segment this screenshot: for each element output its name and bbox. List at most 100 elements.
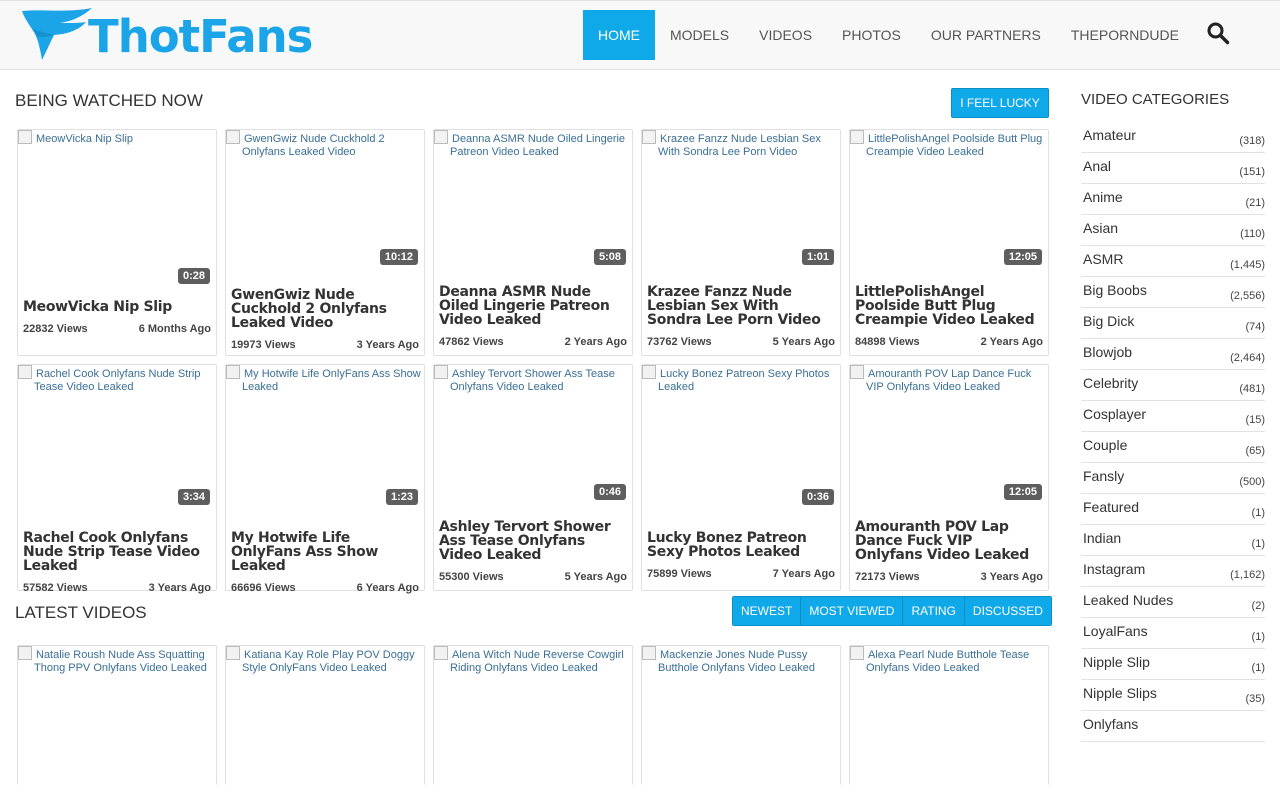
video-title[interactable]: Krazee Fanzz Nude Lesbian Sex With Sondr… xyxy=(642,285,840,327)
category-item[interactable]: Onlyfans xyxy=(1081,711,1265,742)
category-name[interactable]: Anal xyxy=(1083,158,1111,174)
thumbnail-alt-text[interactable]: MeowVicka Nip Slip xyxy=(18,130,216,146)
site-logo[interactable]: ThotFans xyxy=(20,6,320,63)
video-title[interactable]: MeowVicka Nip Slip xyxy=(18,300,216,314)
video-title-link[interactable]: Deanna ASMR Nude Oiled Lingerie Patreon … xyxy=(439,284,610,328)
video-card[interactable]: My Hotwife Life OnlyFans Ass Show Leaked… xyxy=(225,364,425,594)
video-title-link[interactable]: GwenGwiz Nude Cuckhold 2 Onlyfans Leaked… xyxy=(231,287,387,331)
category-name[interactable]: Asian xyxy=(1083,220,1118,236)
category-item[interactable]: Nipple Slip (1) xyxy=(1081,649,1265,680)
video-card[interactable]: Deanna ASMR Nude Oiled Lingerie Patreon … xyxy=(433,129,633,356)
category-name[interactable]: Blowjob xyxy=(1083,344,1132,360)
video-card[interactable]: Alexa Pearl Nude Butthole Tease Onlyfans… xyxy=(849,645,1049,786)
video-title-link[interactable]: My Hotwife Life OnlyFans Ass Show Leaked xyxy=(231,530,378,574)
video-card[interactable]: GwenGwiz Nude Cuckhold 2 Onlyfans Leaked… xyxy=(225,129,425,356)
video-thumbnail[interactable]: Alexa Pearl Nude Butthole Tease Onlyfans… xyxy=(850,646,1048,786)
category-name[interactable]: Nipple Slips xyxy=(1083,685,1157,701)
video-card[interactable]: Krazee Fanzz Nude Lesbian Sex With Sondr… xyxy=(641,129,841,356)
nav-home[interactable]: HOME xyxy=(583,10,655,60)
video-thumbnail[interactable]: Natalie Roush Nude Ass Squatting Thong P… xyxy=(18,646,216,786)
nav-models[interactable]: MODELS xyxy=(655,10,744,60)
thumbnail-alt-text[interactable]: Deanna ASMR Nude Oiled Lingerie Patreon … xyxy=(434,130,632,159)
video-thumbnail[interactable]: Deanna ASMR Nude Oiled Lingerie Patreon … xyxy=(434,130,632,271)
video-title[interactable]: Rachel Cook Onlyfans Nude Strip Tease Vi… xyxy=(18,531,216,573)
thumbnail-alt-text[interactable]: Natalie Roush Nude Ass Squatting Thong P… xyxy=(18,646,216,675)
category-name[interactable]: Onlyfans xyxy=(1083,716,1138,732)
category-name[interactable]: Celebrity xyxy=(1083,375,1138,391)
video-thumbnail[interactable]: MeowVicka Nip Slip 0:28 xyxy=(18,130,216,290)
video-card[interactable]: LittlePolishAngel Poolside Butt Plug Cre… xyxy=(849,129,1049,356)
video-title-link[interactable]: LittlePolishAngel Poolside Butt Plug Cre… xyxy=(855,284,1035,328)
sort-rating-button[interactable]: RATING xyxy=(903,597,965,625)
video-title[interactable]: Deanna ASMR Nude Oiled Lingerie Patreon … xyxy=(434,285,632,327)
category-item[interactable]: Amateur (318) xyxy=(1081,122,1265,153)
category-name[interactable]: Big Boobs xyxy=(1083,282,1147,298)
video-title[interactable]: Lucky Bonez Patreon Sexy Photos Leaked xyxy=(642,531,840,559)
video-card[interactable]: Ashley Tervort Shower Ass Tease Onlyfans… xyxy=(433,364,633,591)
video-title[interactable]: My Hotwife Life OnlyFans Ass Show Leaked xyxy=(226,531,424,573)
sort-most-viewed-button[interactable]: MOST VIEWED xyxy=(801,597,904,625)
category-item[interactable]: Fansly (500) xyxy=(1081,463,1265,494)
category-item[interactable]: Instagram (1,162) xyxy=(1081,556,1265,587)
category-name[interactable]: Leaked Nudes xyxy=(1083,592,1173,608)
category-name[interactable]: Couple xyxy=(1083,437,1127,453)
video-card[interactable]: Katiana Kay Role Play POV Doggy Style On… xyxy=(225,645,425,786)
video-title[interactable]: LittlePolishAngel Poolside Butt Plug Cre… xyxy=(850,285,1048,327)
video-thumbnail[interactable]: GwenGwiz Nude Cuckhold 2 Onlyfans Leaked… xyxy=(226,130,424,271)
thumbnail-alt-text[interactable]: Ashley Tervort Shower Ass Tease Onlyfans… xyxy=(434,365,632,394)
category-name[interactable]: Amateur xyxy=(1083,127,1136,143)
category-item[interactable]: Indian (1) xyxy=(1081,525,1265,556)
category-item[interactable]: Couple (65) xyxy=(1081,432,1265,463)
video-thumbnail[interactable]: My Hotwife Life OnlyFans Ass Show Leaked… xyxy=(226,365,424,511)
category-name[interactable]: Featured xyxy=(1083,499,1139,515)
video-card[interactable]: Natalie Roush Nude Ass Squatting Thong P… xyxy=(17,645,217,786)
category-name[interactable]: Indian xyxy=(1083,530,1121,546)
video-title-link[interactable]: MeowVicka Nip Slip xyxy=(23,299,172,315)
video-thumbnail[interactable]: Mackenzie Jones Nude Pussy Butthole Only… xyxy=(642,646,840,786)
i-feel-lucky-button[interactable]: I FEEL LUCKY xyxy=(951,88,1049,118)
category-name[interactable]: Cosplayer xyxy=(1083,406,1146,422)
category-name[interactable]: Anime xyxy=(1083,189,1123,205)
video-title-link[interactable]: Rachel Cook Onlyfans Nude Strip Tease Vi… xyxy=(23,530,200,574)
category-item[interactable]: Celebrity (481) xyxy=(1081,370,1265,401)
video-thumbnail[interactable]: Katiana Kay Role Play POV Doggy Style On… xyxy=(226,646,424,786)
search-icon[interactable] xyxy=(1206,21,1230,45)
thumbnail-alt-text[interactable]: Krazee Fanzz Nude Lesbian Sex With Sondr… xyxy=(642,130,840,159)
thumbnail-alt-text[interactable]: Lucky Bonez Patreon Sexy Photos Leaked xyxy=(642,365,840,394)
video-card[interactable]: Lucky Bonez Patreon Sexy Photos Leaked 0:… xyxy=(641,364,841,591)
thumbnail-alt-text[interactable]: Katiana Kay Role Play POV Doggy Style On… xyxy=(226,646,424,675)
video-title-link[interactable]: Lucky Bonez Patreon Sexy Photos Leaked xyxy=(647,530,807,560)
nav-our-partners[interactable]: OUR PARTNERS xyxy=(916,10,1056,60)
video-card[interactable]: Alena Witch Nude Reverse Cowgirl Riding … xyxy=(433,645,633,786)
category-item[interactable]: Anal (151) xyxy=(1081,153,1265,184)
video-thumbnail[interactable]: Ashley Tervort Shower Ass Tease Onlyfans… xyxy=(434,365,632,506)
video-title[interactable]: Ashley Tervort Shower Ass Tease Onlyfans… xyxy=(434,520,632,562)
video-title-link[interactable]: Amouranth POV Lap Dance Fuck VIP Onlyfan… xyxy=(855,519,1029,563)
video-title[interactable]: Amouranth POV Lap Dance Fuck VIP Onlyfan… xyxy=(850,520,1048,562)
category-name[interactable]: Big Dick xyxy=(1083,313,1134,329)
category-item[interactable]: ASMR (1,445) xyxy=(1081,246,1265,277)
thumbnail-alt-text[interactable]: Alexa Pearl Nude Butthole Tease Onlyfans… xyxy=(850,646,1048,675)
video-thumbnail[interactable]: Krazee Fanzz Nude Lesbian Sex With Sondr… xyxy=(642,130,840,271)
video-title-link[interactable]: Krazee Fanzz Nude Lesbian Sex With Sondr… xyxy=(647,284,821,328)
category-item[interactable]: LoyalFans (1) xyxy=(1081,618,1265,649)
nav-theporndude[interactable]: THEPORNDUDE xyxy=(1056,10,1194,60)
thumbnail-alt-text[interactable]: Mackenzie Jones Nude Pussy Butthole Only… xyxy=(642,646,840,675)
category-item[interactable]: Blowjob (2,464) xyxy=(1081,339,1265,370)
video-card[interactable]: MeowVicka Nip Slip 0:28 MeowVicka Nip Slip… xyxy=(17,129,217,356)
video-thumbnail[interactable]: Lucky Bonez Patreon Sexy Photos Leaked 0:… xyxy=(642,365,840,511)
thumbnail-alt-text[interactable]: GwenGwiz Nude Cuckhold 2 Onlyfans Leaked… xyxy=(226,130,424,159)
sort-newest-button[interactable]: NEWEST xyxy=(733,597,802,625)
nav-videos[interactable]: VIDEOS xyxy=(744,10,827,60)
video-card[interactable]: Mackenzie Jones Nude Pussy Butthole Only… xyxy=(641,645,841,786)
category-item[interactable]: Anime (21) xyxy=(1081,184,1265,215)
category-item[interactable]: Featured (1) xyxy=(1081,494,1265,525)
video-thumbnail[interactable]: Rachel Cook Onlyfans Nude Strip Tease Vi… xyxy=(18,365,216,511)
category-item[interactable]: Big Boobs (2,556) xyxy=(1081,277,1265,308)
video-card[interactable]: Rachel Cook Onlyfans Nude Strip Tease Vi… xyxy=(17,364,217,594)
video-title-link[interactable]: Ashley Tervort Shower Ass Tease Onlyfans… xyxy=(439,519,611,563)
category-name[interactable]: Instagram xyxy=(1083,561,1145,577)
category-name[interactable]: Nipple Slip xyxy=(1083,654,1150,670)
category-item[interactable]: Nipple Slips (35) xyxy=(1081,680,1265,711)
video-thumbnail[interactable]: Amouranth POV Lap Dance Fuck VIP Onlyfan… xyxy=(850,365,1048,506)
